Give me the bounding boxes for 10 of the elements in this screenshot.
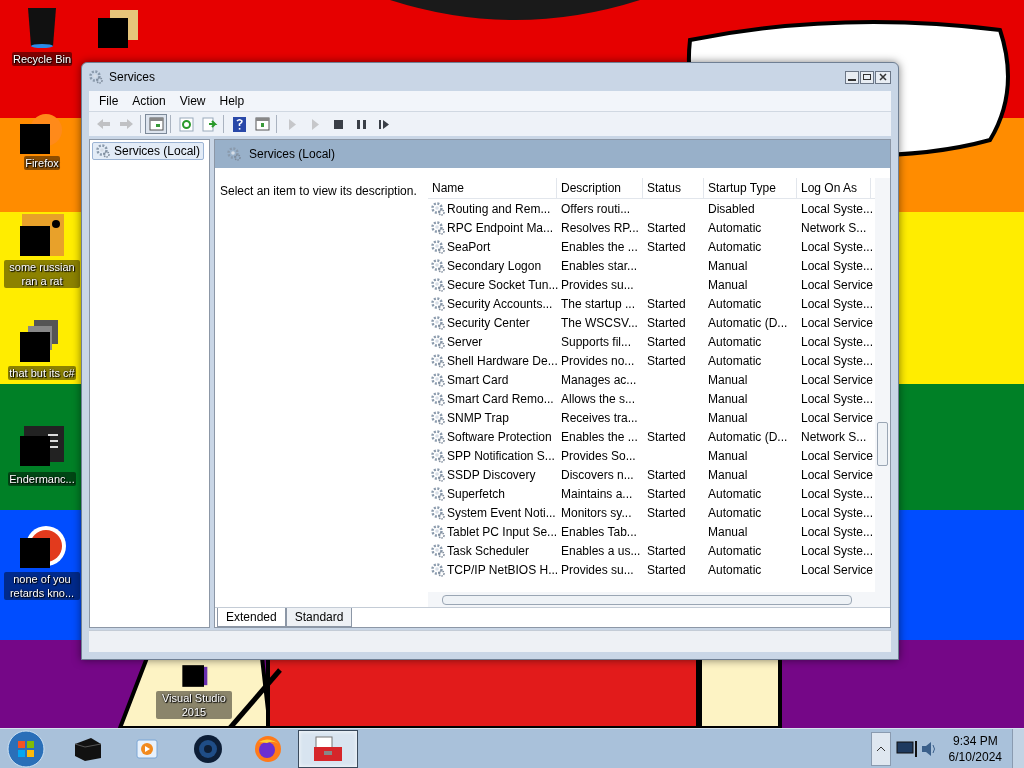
toolbox-icon <box>312 734 344 763</box>
clock-time[interactable]: 9:34 PM <box>952 732 998 749</box>
media-player-icon <box>136 736 160 761</box>
caret-icon <box>875 745 886 752</box>
clock-date[interactable]: 6/10/2024 <box>948 748 1002 765</box>
monitor-icon[interactable] <box>894 738 917 759</box>
cube-icon <box>73 735 103 762</box>
globe-icon <box>193 733 223 764</box>
taskbar-button[interactable] <box>298 729 358 768</box>
firefox-icon <box>253 733 283 764</box>
